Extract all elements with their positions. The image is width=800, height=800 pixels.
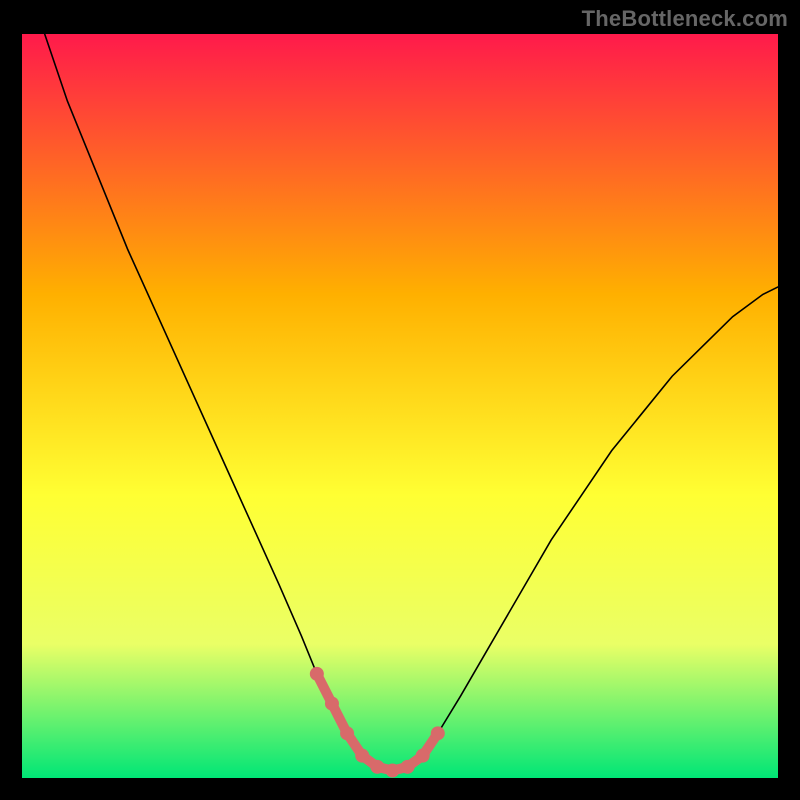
- plot-background: [22, 34, 778, 778]
- highlight-marker: [401, 760, 415, 774]
- highlight-marker: [340, 726, 354, 740]
- highlight-marker: [325, 697, 339, 711]
- watermark-text: TheBottleneck.com: [582, 6, 788, 32]
- highlight-marker: [431, 726, 445, 740]
- highlight-marker: [416, 749, 430, 763]
- highlight-marker: [385, 764, 399, 778]
- chart-svg: [0, 0, 800, 800]
- highlight-marker: [310, 667, 324, 681]
- highlight-marker: [355, 749, 369, 763]
- bottleneck-chart: TheBottleneck.com: [0, 0, 800, 800]
- highlight-marker: [370, 760, 384, 774]
